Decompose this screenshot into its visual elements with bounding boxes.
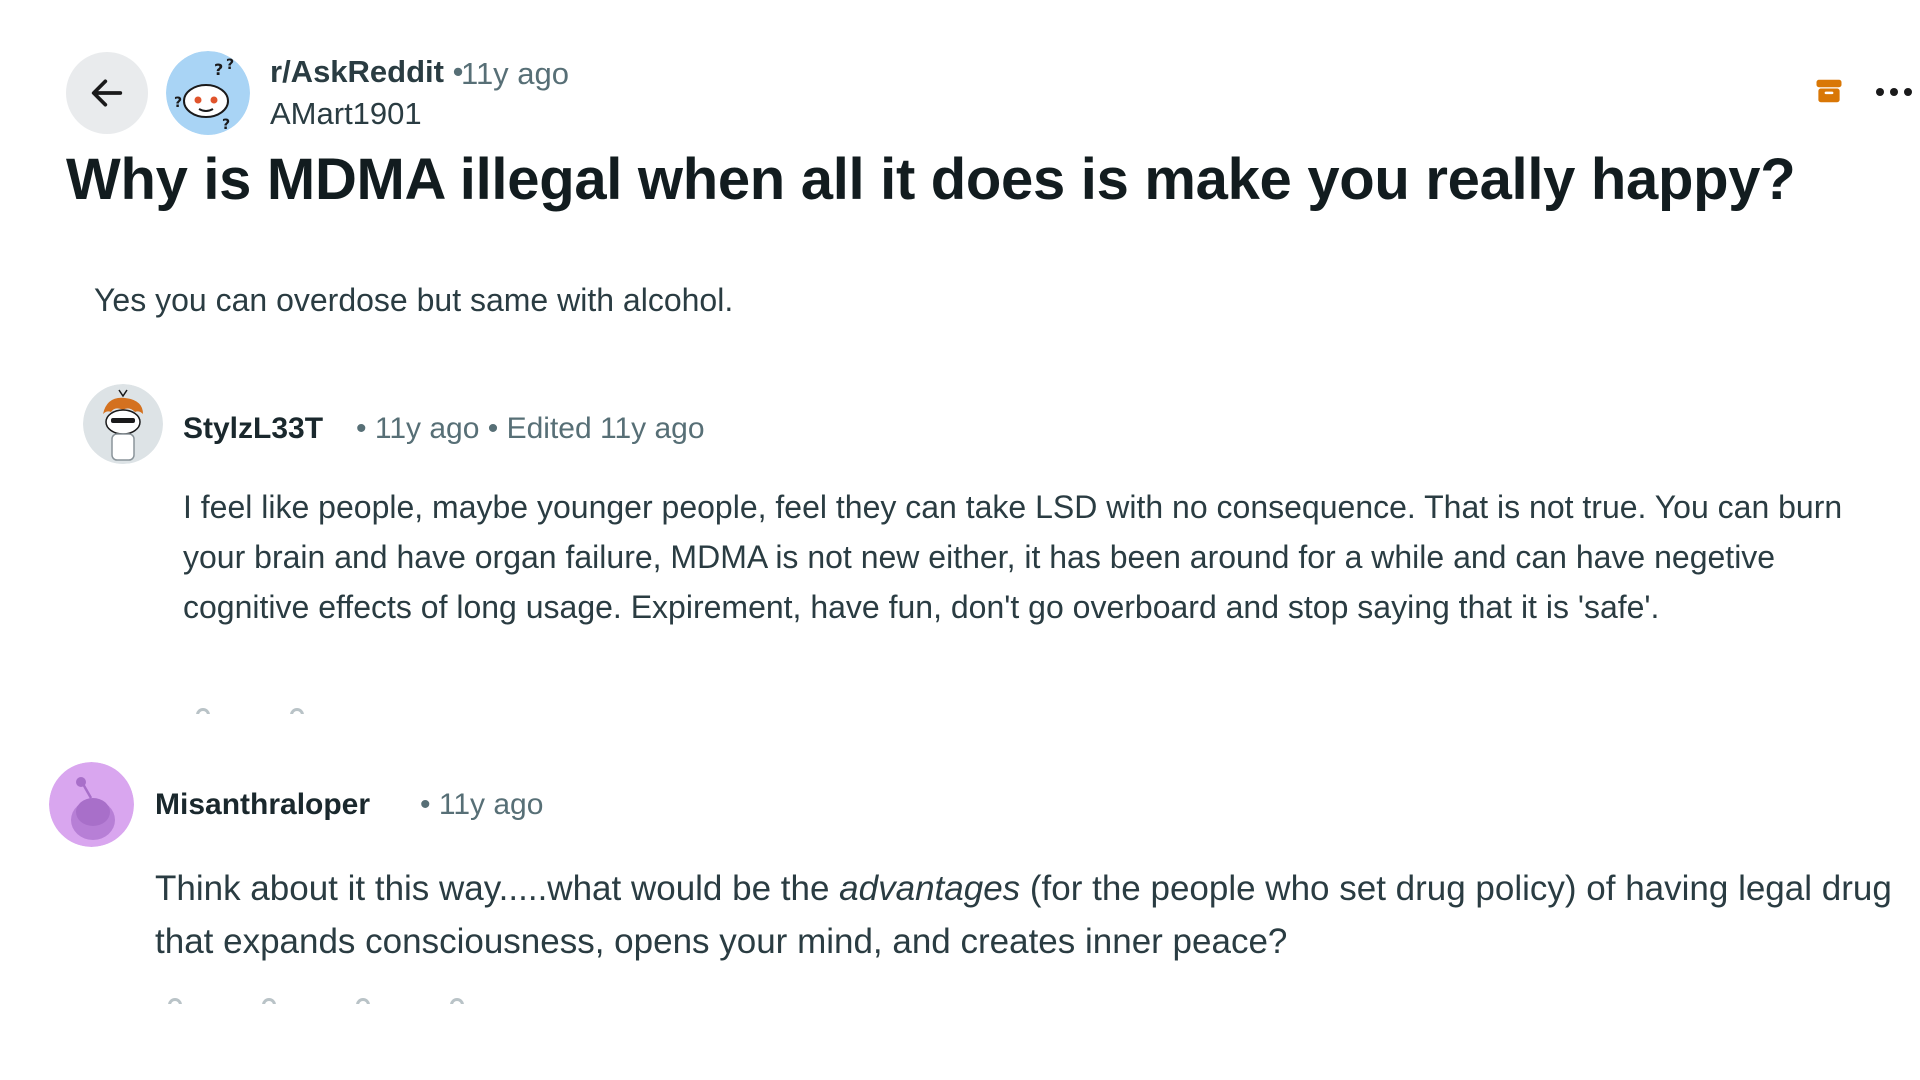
meta-separator: •	[420, 788, 431, 821]
reply-icon[interactable]	[356, 998, 370, 1004]
post-title: Why is MDMA illegal when all it does is …	[66, 147, 1796, 212]
subreddit-avatar[interactable]: ? ? ? ?	[166, 51, 250, 135]
post-author[interactable]: AMart1901	[270, 96, 422, 132]
comment-age: 11y ago	[438, 788, 544, 821]
meta-separator: •	[487, 412, 499, 445]
comment-avatar[interactable]	[49, 762, 134, 847]
comment-author[interactable]: StylzL33T	[183, 412, 323, 446]
comment-author[interactable]: Misanthraloper	[155, 788, 370, 822]
svg-text:?: ?	[214, 60, 223, 79]
svg-text:?: ?	[174, 95, 182, 111]
comment-text: Think about it this way.....what would b…	[155, 862, 1920, 968]
comment-actions[interactable]	[168, 998, 668, 1004]
comment-age: 11y ago	[374, 412, 480, 445]
comment-text-part: Think about it this way.....what would b…	[155, 869, 840, 908]
subreddit-label[interactable]: r/AskReddit	[270, 54, 444, 89]
meta-separator: •	[356, 412, 367, 445]
archive-icon[interactable]	[1814, 76, 1844, 106]
more-horizontal-icon[interactable]	[1874, 86, 1920, 98]
comment-text-emphasis: advantages	[839, 869, 1021, 908]
askreddit-snoo-icon: ? ? ? ?	[166, 51, 250, 135]
subreddit-name[interactable]: r/AskReddit •	[270, 54, 463, 90]
comment-actions[interactable]	[196, 708, 456, 714]
upvote-icon[interactable]	[168, 998, 182, 1004]
comment-avatar[interactable]	[83, 384, 163, 464]
post-body: Yes you can overdose but same with alcoh…	[94, 282, 734, 318]
downvote-icon[interactable]	[290, 708, 304, 714]
downvote-icon[interactable]	[262, 998, 276, 1004]
arrow-left-icon	[91, 79, 123, 107]
comment-meta: • 11y ago • Edited 11y ago	[356, 412, 705, 446]
back-button[interactable]	[66, 52, 148, 134]
comment-edited: Edited 11y ago	[506, 412, 705, 445]
comment-meta: • 11y ago	[420, 788, 543, 822]
upvote-icon[interactable]	[196, 708, 210, 714]
svg-text:?: ?	[226, 57, 234, 73]
user-avatar-icon	[83, 384, 163, 464]
award-icon[interactable]	[450, 998, 464, 1004]
post-age: 11y ago	[461, 56, 570, 91]
comment-text: I feel like people, maybe younger people…	[183, 489, 1843, 625]
snoo-avatar-icon	[49, 762, 134, 847]
svg-text:?: ?	[222, 117, 230, 133]
